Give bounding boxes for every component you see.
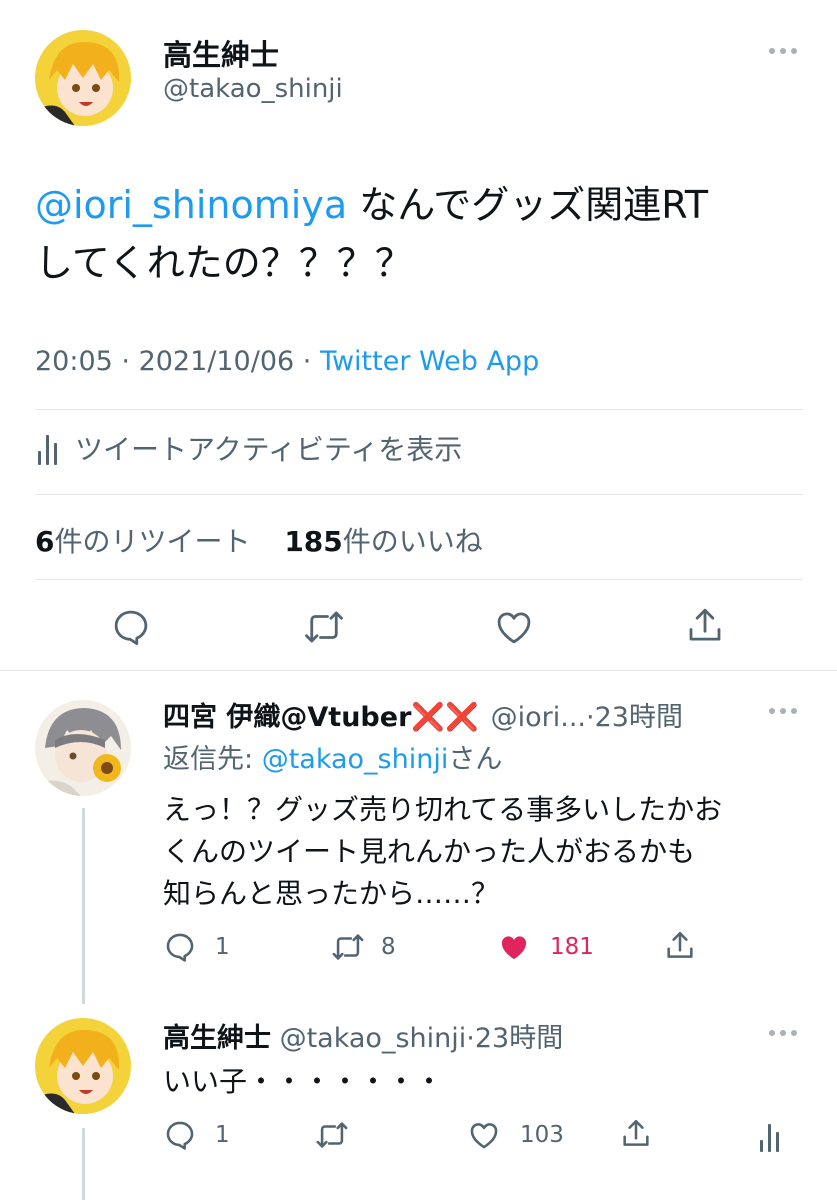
reply-icon [163, 1118, 197, 1152]
retweets-link[interactable]: 6件のリツイート [35, 525, 251, 558]
reply1-more-icon[interactable] [769, 708, 797, 714]
reply1-retweet-button[interactable]: 8 [329, 930, 396, 964]
like-label: 件のいいね [342, 525, 483, 558]
avatar-takao-reply[interactable] [35, 1018, 131, 1114]
tweet-time[interactable]: 20:05 [35, 346, 113, 377]
analytics-icon [38, 431, 57, 465]
tweet-date[interactable]: 2021/10/06 [139, 346, 295, 377]
reply-icon [163, 930, 197, 964]
heart-icon [466, 1118, 502, 1152]
retweet-icon [313, 1118, 351, 1152]
reply2-like-button[interactable]: 103 [466, 1118, 564, 1152]
tweet-meta: 20:05 · 2021/10/06 · Twitter Web App [35, 346, 540, 377]
reply2-retweet-button[interactable] [313, 1118, 351, 1152]
engagement-counts: 6件のリツイート 185件のいいね [35, 520, 483, 560]
share-icon [619, 1116, 653, 1152]
reply2-like-count: 103 [520, 1122, 564, 1148]
reply1-reply-count: 1 [215, 934, 230, 960]
reply1-display-name[interactable]: 四宮 伊織@Vtuber [163, 695, 411, 734]
author-handle[interactable]: @takao_shinji [163, 74, 343, 104]
reply1-share-button[interactable] [663, 928, 697, 964]
divider [35, 409, 803, 410]
retweet-icon[interactable] [302, 606, 346, 648]
retweet-count: 6 [35, 525, 55, 558]
reply2-header: 高生紳士 @takao_shinji·23時間 [163, 1023, 564, 1054]
share-icon[interactable] [684, 604, 726, 648]
reply2-time[interactable]: 23時間 [475, 1023, 563, 1054]
like-count: 185 [284, 525, 343, 558]
tweet-text-line2: してくれたの？？？？ [35, 241, 413, 285]
like-icon[interactable] [493, 606, 535, 648]
more-options-icon[interactable] [769, 48, 797, 54]
retweet-icon [329, 930, 367, 964]
reply2-more-icon[interactable] [769, 1030, 797, 1036]
liked-heart-icon [496, 930, 532, 964]
divider [35, 494, 803, 495]
reply1-emoji: ❌❌ [411, 702, 479, 733]
reply1-handle[interactable]: @iori... [491, 702, 586, 733]
divider [35, 579, 803, 580]
reply2-handle[interactable]: @takao_shinji [280, 1023, 467, 1054]
tweet-activity-label: ツイートアクティビティを表示 [75, 433, 463, 466]
reply2-reply-button[interactable]: 1 [163, 1118, 230, 1152]
tweet-text: @iori_shinomiya なんでグッズ関連RT してくれたの？？？？ [35, 176, 708, 292]
reply1-time[interactable]: 23時間 [595, 695, 683, 734]
tweet-source[interactable]: Twitter Web App [320, 346, 539, 377]
avatar-takao[interactable] [35, 30, 131, 126]
retweet-label: 件のリツイート [54, 525, 251, 558]
author-display-name[interactable]: 高生紳士 [163, 32, 279, 74]
reply1-actions: 1 8 181 [163, 930, 803, 966]
likes-link[interactable]: 185件のいいね [284, 525, 482, 558]
thread-line [82, 808, 85, 1004]
reply2-analytics-icon[interactable] [760, 1120, 779, 1152]
tweet-text-line1: なんでグッズ関連RT [347, 183, 709, 227]
reply2-actions: 1 103 [163, 1118, 803, 1154]
mention-link[interactable]: @iori_shinomiya [35, 183, 347, 227]
reply1-replying-handle[interactable]: @takao_shinji [262, 744, 449, 775]
reply1-retweet-count: 8 [381, 934, 396, 960]
reply2-display-name[interactable]: 高生紳士 [163, 1023, 271, 1054]
reply1-replying-to: 返信先: @takao_shinjiさん [163, 744, 503, 775]
avatar-iori[interactable] [35, 700, 131, 796]
reply2-share-button[interactable] [619, 1116, 653, 1152]
share-icon [663, 928, 697, 964]
reply2-text: いい子・・・・・・・ [163, 1065, 444, 1098]
reply1-like-count: 181 [550, 934, 594, 960]
tweet-activity-link[interactable]: ツイートアクティビティを表示 [38, 428, 462, 468]
section-divider [0, 670, 837, 671]
thread-line [82, 1128, 85, 1200]
reply1-reply-button[interactable]: 1 [163, 930, 230, 964]
reply1-text: えっ！？グッズ売り切れてる事多いしたかお くんのツイート見れんかった人がおるかも… [163, 793, 723, 910]
reply1-header: 四宮 伊織@Vtuber ❌❌ @iori... · 23時間 [163, 695, 683, 734]
reply1-like-button[interactable]: 181 [496, 930, 594, 964]
reply2-reply-count: 1 [215, 1122, 230, 1148]
reply-icon[interactable] [110, 606, 152, 648]
